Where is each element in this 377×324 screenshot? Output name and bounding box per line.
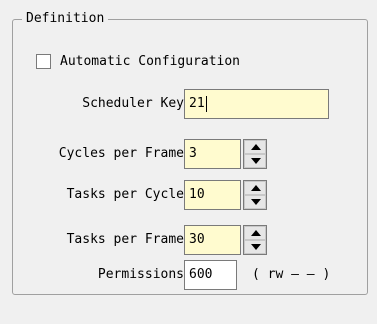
- triangle-up-icon: [251, 185, 261, 191]
- triangle-down-icon: [251, 244, 261, 250]
- tasks-per-cycle-input[interactable]: 10: [184, 180, 241, 210]
- permissions-input[interactable]: 600: [184, 260, 237, 290]
- scheduler-key-label: Scheduler Key: [82, 96, 184, 111]
- triangle-down-icon: [251, 158, 261, 164]
- group-title: Definition: [22, 10, 109, 28]
- cycles-per-frame-input[interactable]: 3: [184, 139, 241, 169]
- cycles-per-frame-increment[interactable]: [244, 140, 266, 154]
- auto-config-checkbox[interactable]: [36, 54, 51, 69]
- tasks-per-cycle-spinner: [243, 180, 267, 210]
- cycles-per-frame-spinner: [243, 139, 267, 169]
- tasks-per-cycle-increment[interactable]: [244, 181, 266, 195]
- triangle-up-icon: [251, 144, 261, 150]
- auto-config-label[interactable]: Automatic Configuration: [60, 53, 240, 71]
- tasks-per-frame-increment[interactable]: [244, 226, 266, 240]
- text-caret: [205, 95, 207, 112]
- triangle-down-icon: [251, 199, 261, 205]
- tasks-per-cycle-label: Tasks per Cycle: [66, 187, 184, 202]
- tasks-per-frame-input[interactable]: 30: [184, 225, 241, 255]
- scheduler-key-value: 21: [189, 96, 205, 111]
- permissions-mode-text: ( rw — — ): [252, 267, 331, 282]
- cycles-per-frame-decrement[interactable]: [244, 154, 266, 168]
- cycles-per-frame-label: Cycles per Frame: [58, 146, 184, 161]
- triangle-up-icon: [251, 230, 261, 236]
- tasks-per-cycle-decrement[interactable]: [244, 195, 266, 209]
- permissions-label: Permissions: [97, 267, 184, 282]
- tasks-per-frame-decrement[interactable]: [244, 240, 266, 254]
- tasks-per-frame-spinner: [243, 225, 267, 255]
- scheduler-key-input[interactable]: 21: [184, 89, 329, 119]
- tasks-per-frame-label: Tasks per Frame: [66, 232, 184, 247]
